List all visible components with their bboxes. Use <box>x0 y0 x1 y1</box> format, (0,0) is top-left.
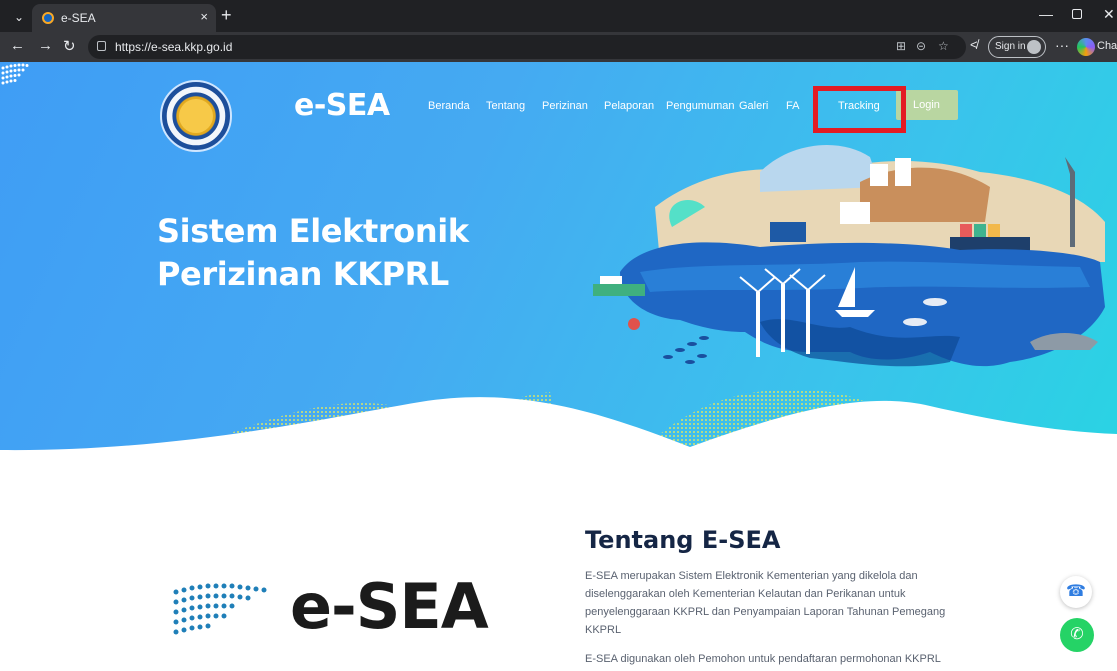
about-paragraph-line: KKPRL <box>585 624 622 636</box>
about-paragraph-line: penyelenggaraan KKPRL dan Penyampaian La… <box>585 606 946 618</box>
kkp-emblem-logo[interactable] <box>160 80 232 152</box>
about-brand-name: e-SEA <box>290 570 489 643</box>
building <box>870 164 888 186</box>
nav-tentang[interactable]: Tentang <box>486 100 525 112</box>
refresh-icon[interactable]: ↻ <box>63 37 76 55</box>
fish-school <box>663 336 709 364</box>
about-wave-logo <box>173 583 267 635</box>
new-tab-icon[interactable]: + <box>221 5 232 26</box>
tab-title: e-SEA <box>61 11 96 25</box>
whatsapp-icon[interactable]: ✆ <box>1060 618 1094 652</box>
browser-toolbar: ← → ↻ https://e-sea.kkp.go.id ⊞ ⊝ ☆ ≮ <box>0 32 1117 62</box>
about-paragraph-line: diselenggarakan oleh Kementerian Kelauta… <box>585 588 906 600</box>
browser-window: ⌄ e-SEA × + — ✕ ← → ↻ https://e-sea.kkp.… <box>0 0 1117 671</box>
address-bar[interactable]: https://e-sea.kkp.go.id ⊞ ⊝ ☆ <box>88 35 966 59</box>
tab-close-icon[interactable]: × <box>200 9 208 24</box>
collections-icon[interactable]: ≮ <box>970 37 978 52</box>
avatar-icon <box>1027 40 1041 54</box>
reading-icon[interactable]: ⊝ <box>916 39 926 53</box>
forward-icon[interactable]: → <box>38 37 53 54</box>
url-text[interactable]: https://e-sea.kkp.go.id <box>115 40 232 54</box>
more-icon[interactable]: ··· <box>1055 37 1069 53</box>
nav-pengumuman[interactable]: Pengumuman <box>666 100 735 112</box>
back-icon[interactable]: ← <box>10 37 25 54</box>
sign-in-label: Sign in <box>995 41 1026 52</box>
fish <box>903 318 927 326</box>
nav-galeri[interactable]: Galeri <box>739 100 768 112</box>
favorite-icon[interactable]: ☆ <box>938 39 949 53</box>
restore-icon[interactable] <box>1072 9 1082 19</box>
cargo-ship <box>950 237 1030 251</box>
minimize-icon[interactable]: — <box>1039 6 1053 22</box>
wave-divider <box>0 397 1117 452</box>
building <box>770 222 806 242</box>
tab-list-icon[interactable]: ⌄ <box>8 7 30 27</box>
about-paragraph-line: E-SEA merupakan Sistem Elektronik Kement… <box>585 570 918 582</box>
brand-name[interactable]: e-SEA <box>294 88 390 123</box>
nav-beranda[interactable]: Beranda <box>428 100 470 112</box>
tracking-highlight-annotation <box>813 86 906 133</box>
copilot-icon[interactable] <box>1077 38 1095 56</box>
browser-tab[interactable]: e-SEA × <box>32 4 216 32</box>
site-favicon-icon <box>42 12 54 24</box>
hero-title-line2: Perizinan KKPRL <box>157 255 449 293</box>
emblem-ring <box>166 86 226 146</box>
nav-perizinan[interactable]: Perizinan <box>542 100 588 112</box>
e-sea-wave-logo <box>1 63 29 85</box>
small-boat <box>593 284 645 296</box>
phone-icon[interactable]: ☎ <box>1060 576 1092 608</box>
hero-banner: e-SEA Beranda Tentang Perizinan Pelapora… <box>0 62 1117 452</box>
chat-label[interactable]: Chat <box>1097 40 1117 52</box>
tab-bar: ⌄ e-SEA × + — ✕ <box>0 0 1117 32</box>
building <box>895 158 911 186</box>
building <box>840 202 870 224</box>
split-screen-icon[interactable]: ⊞ <box>896 39 906 53</box>
nav-faq[interactable]: FA <box>786 100 799 112</box>
nav-pelaporan[interactable]: Pelaporan <box>604 100 654 112</box>
lock-icon[interactable] <box>97 41 106 51</box>
crab <box>628 318 640 330</box>
hero-title-line1: Sistem Elektronik <box>157 212 469 250</box>
sign-in-button[interactable]: Sign in <box>988 36 1046 58</box>
about-paragraph2-line: E-SEA digunakan oleh Pemohon untuk penda… <box>585 653 941 665</box>
about-title: Tentang E-SEA <box>585 526 781 554</box>
window-close-icon[interactable]: ✕ <box>1103 6 1115 23</box>
